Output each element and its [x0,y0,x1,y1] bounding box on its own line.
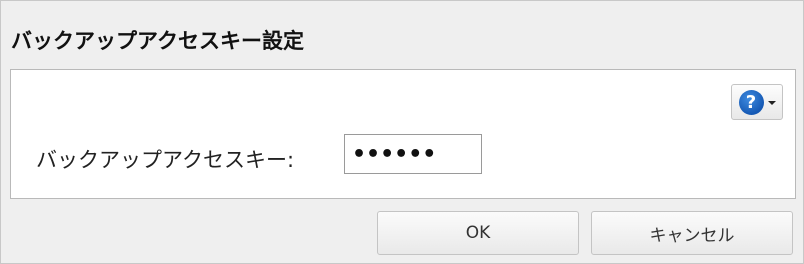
access-key-input[interactable] [344,134,482,174]
dialog-title-bar: バックアップアクセスキー設定 [1,1,803,69]
help-button[interactable]: ? [731,84,783,120]
help-icon: ? [738,89,764,115]
ok-button[interactable]: OK [377,211,579,255]
dialog-title: バックアップアクセスキー設定 [11,29,304,53]
chevron-down-icon [767,101,776,105]
dialog-content: ? バックアップアクセスキー: [10,69,796,199]
access-key-label: バックアップアクセスキー: [36,148,295,172]
cancel-button[interactable]: キャンセル [591,211,793,255]
backup-access-key-dialog: バックアップアクセスキー設定 ? バックアップアクセスキー: OK キャンセル [0,0,804,264]
